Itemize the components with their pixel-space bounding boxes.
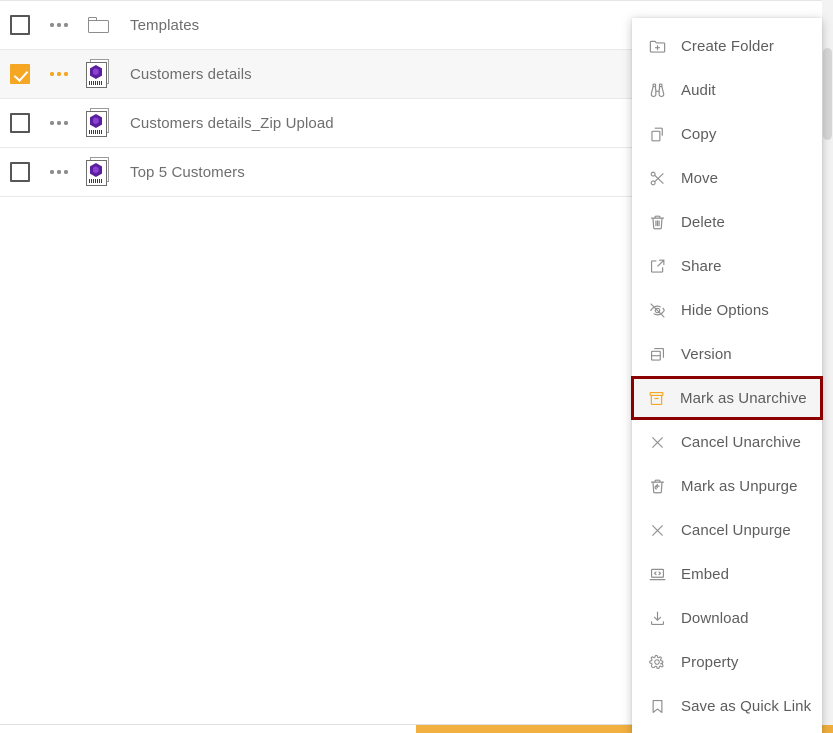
menu-item-share[interactable]: Share (632, 244, 822, 288)
share-arrow-icon (644, 257, 670, 276)
row-type-icon-cell (78, 157, 118, 187)
scissors-icon (644, 169, 670, 188)
menu-item-label: Share (681, 257, 722, 275)
menu-item-label: Property (681, 653, 739, 671)
close-x-icon (644, 521, 670, 540)
ellipsis-icon (64, 23, 68, 27)
rptdesign-file-icon (85, 108, 111, 138)
menu-item-label: Download (681, 609, 749, 627)
menu-item-hide-options[interactable]: Hide Options (632, 288, 822, 332)
ellipsis-icon (64, 121, 68, 125)
menu-item-copy[interactable]: Copy (632, 112, 822, 156)
row-checkbox-cell[interactable] (0, 113, 40, 133)
row-name[interactable]: Customers details_Zip Upload (118, 115, 653, 132)
laptop-code-icon (644, 565, 670, 584)
menu-item-download[interactable]: Download (632, 596, 822, 640)
copy-icon (644, 125, 670, 144)
row-type-icon-cell (78, 59, 118, 89)
menu-item-label: Cancel Unpurge (681, 521, 791, 539)
menu-item-label: Version (681, 345, 732, 363)
menu-item-move[interactable]: Move (632, 156, 822, 200)
row-checkbox[interactable] (10, 64, 30, 84)
menu-item-cancel-unpurge[interactable]: Cancel Unpurge (632, 508, 822, 552)
row-checkbox-cell[interactable] (0, 162, 40, 182)
menu-item-label: Save as Quick Link (681, 697, 812, 715)
ellipsis-icon (50, 72, 54, 76)
folder-icon (87, 16, 109, 34)
menu-item-audit[interactable]: Audit (632, 68, 822, 112)
menu-item-label: Mark as Unarchive (680, 389, 807, 407)
menu-item-cancel-unarchive[interactable]: Cancel Unarchive (632, 420, 822, 464)
menu-item-delete[interactable]: Delete (632, 200, 822, 244)
trash-icon (644, 213, 670, 232)
row-more-actions-button[interactable] (40, 121, 78, 125)
ellipsis-icon (50, 121, 54, 125)
row-type-icon-cell (78, 16, 118, 34)
menu-item-label: Cancel Unarchive (681, 433, 801, 451)
rptdesign-file-icon (85, 157, 111, 187)
ellipsis-icon (57, 23, 61, 27)
menu-item-save-as-quick-link[interactable]: Save as Quick Link (632, 684, 822, 728)
row-name[interactable]: Templates (118, 17, 653, 34)
menu-item-create-folder[interactable]: Create Folder (632, 24, 822, 68)
page-scrollbar-thumb[interactable] (823, 48, 832, 140)
menu-item-label: Copy (681, 125, 717, 143)
menu-item-mark-as-unarchive[interactable]: Mark as Unarchive (631, 376, 823, 420)
row-checkbox[interactable] (10, 162, 30, 182)
ellipsis-icon (50, 170, 54, 174)
close-x-icon (644, 433, 670, 452)
layers-icon (644, 345, 670, 364)
row-checkbox-cell[interactable] (0, 64, 40, 84)
menu-item-embed[interactable]: Embed (632, 552, 822, 596)
ellipsis-icon (50, 23, 54, 27)
context-menu: Create Folder Audit Copy Move Delete Share Hid… (631, 18, 823, 733)
row-name[interactable]: Top 5 Customers (118, 164, 653, 181)
menu-item-label: Hide Options (681, 301, 769, 319)
eye-slash-icon (644, 301, 670, 320)
bookmark-icon (644, 697, 670, 716)
menu-item-label: Embed (681, 565, 730, 583)
menu-item-version[interactable]: Version (632, 332, 822, 376)
row-more-actions-button[interactable] (40, 170, 78, 174)
ellipsis-icon (57, 170, 61, 174)
menu-item-label: Audit (681, 81, 716, 99)
gear-icon (644, 653, 670, 671)
row-name[interactable]: Customers details (118, 66, 653, 83)
rptdesign-file-icon (85, 59, 111, 89)
folder-plus-icon (644, 37, 670, 56)
ellipsis-icon (64, 72, 68, 76)
file-browser-page: TemplatesfolderCustomers detailsrptdesig… (0, 0, 833, 733)
ellipsis-icon (57, 72, 61, 76)
menu-item-label: Create Folder (681, 37, 775, 55)
menu-item-label: Move (681, 169, 719, 187)
menu-item-label: Mark as Unpurge (681, 477, 798, 495)
menu-item-property[interactable]: Property (632, 640, 822, 684)
row-checkbox-cell[interactable] (0, 15, 40, 35)
menu-item-mark-as-unpurge[interactable]: Mark as Unpurge (632, 464, 822, 508)
row-more-actions-button[interactable] (40, 23, 78, 27)
download-icon (644, 609, 670, 628)
menu-item-label: Delete (681, 213, 725, 231)
ellipsis-icon (57, 121, 61, 125)
row-checkbox[interactable] (10, 15, 30, 35)
row-type-icon-cell (78, 108, 118, 138)
row-more-actions-button[interactable] (40, 72, 78, 76)
ellipsis-icon (64, 170, 68, 174)
trash-undo-icon (644, 477, 670, 496)
binoculars-icon (644, 81, 670, 100)
archive-box-icon (643, 389, 669, 408)
row-checkbox[interactable] (10, 113, 30, 133)
